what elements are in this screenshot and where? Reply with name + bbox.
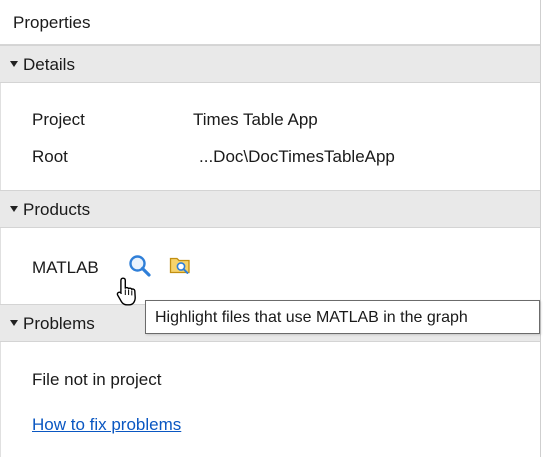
tooltip-text: Highlight files that use MATLAB in the g…: [155, 309, 468, 326]
section-header-products[interactable]: Products: [0, 190, 540, 228]
section-header-details[interactable]: Details: [0, 45, 540, 83]
section-label-problems: Problems: [23, 314, 95, 333]
fix-problems-link[interactable]: How to fix problems: [32, 415, 181, 435]
properties-panel: Properties Details Project Times Table A…: [0, 0, 544, 457]
magnifier-icon[interactable]: [127, 253, 153, 284]
panel-title-bar: Properties: [0, 0, 540, 45]
details-value-root: ...Doc\DocTimesTableApp: [199, 147, 395, 166]
product-name-matlab: MATLAB: [32, 258, 99, 277]
details-label-project: Project: [32, 110, 85, 129]
section-label-details: Details: [23, 55, 75, 74]
tooltip: Highlight files that use MATLAB in the g…: [145, 300, 540, 334]
problems-status-text: File not in project: [32, 370, 162, 389]
panel-title: Properties: [13, 13, 91, 32]
details-value-project: Times Table App: [193, 110, 318, 129]
caret-down-icon: [10, 61, 18, 67]
caret-down-icon: [10, 206, 18, 212]
details-label-root: Root: [32, 147, 68, 166]
folder-search-icon[interactable]: [169, 254, 193, 281]
section-label-products: Products: [23, 200, 91, 219]
panel-right-border: [540, 0, 541, 457]
caret-down-icon: [10, 320, 18, 326]
